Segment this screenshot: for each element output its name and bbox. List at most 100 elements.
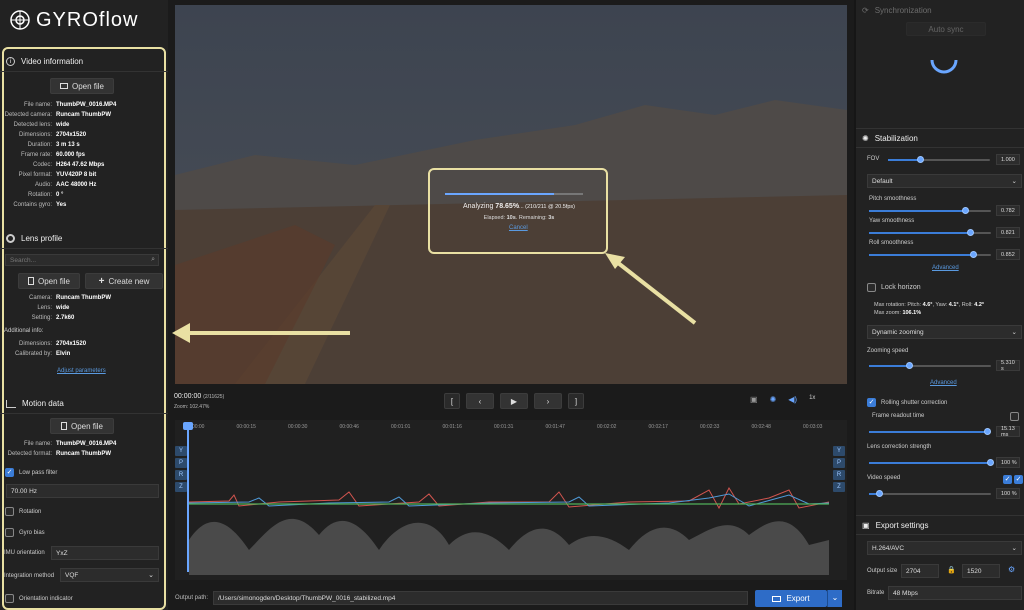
chevron-down-icon: ⌄ — [148, 572, 154, 579]
motion-open-file-button[interactable]: Open file — [50, 418, 114, 434]
axis-toggle-r[interactable]: R — [175, 470, 187, 480]
timeline-tick-label: 00:02:02 — [597, 424, 617, 430]
chevron-down-icon: ⌄ — [1011, 178, 1017, 185]
roll-input[interactable]: 0.852 — [996, 249, 1020, 260]
timeline[interactable]: 00:00:00 00:00:15 00:00:30 00:00:46 00:01:01… — [175, 420, 847, 580]
imu-orientation-input[interactable]: YxZ — [51, 546, 159, 560]
axis-toggle-z[interactable]: Z — [833, 482, 845, 492]
frame-readout-checkbox[interactable] — [1010, 412, 1019, 423]
info-value: Elvin — [56, 351, 71, 357]
lowpass-value-input[interactable]: 70.00 Hz — [6, 484, 159, 498]
prev-frame-button[interactable]: ‹ — [466, 393, 494, 409]
info-value: Runcam ThumbPW — [56, 295, 111, 301]
info-row: Detected camera: Runcam ThumbPW — [0, 110, 168, 120]
play-button[interactable]: ▶ — [500, 393, 528, 409]
settings-gear-icon[interactable]: ⚙ — [1008, 565, 1015, 574]
axis-toggle-p[interactable]: P — [175, 458, 187, 468]
pitch-label: Pitch smoothness — [869, 196, 917, 202]
lens-correction-input[interactable]: 100 % — [996, 457, 1020, 468]
section-title: Video information — [21, 57, 84, 66]
section-lens-profile[interactable]: Lens profile — [0, 229, 168, 249]
lens-search-input[interactable]: Search... ⌕ — [5, 254, 159, 266]
checkbox-checked-icon: ✓ — [867, 398, 876, 407]
checkbox-icon — [867, 283, 876, 292]
output-height-input[interactable]: 1520 — [962, 564, 1000, 578]
timeline-tick-label: 00:02:33 — [700, 424, 720, 430]
video-speed-slider[interactable] — [869, 490, 991, 497]
axis-toggle-y[interactable]: Y — [833, 446, 845, 456]
output-width-input[interactable]: 2704 — [901, 564, 939, 578]
frame-readout-input[interactable]: 15.13 ms — [996, 426, 1020, 438]
lock-icon[interactable]: 🔒 — [947, 566, 956, 574]
orientation-indicator-checkbox[interactable]: Orientation indicator — [5, 594, 73, 603]
info-key: Audio: — [34, 182, 52, 188]
audio-icon[interactable]: ◀) — [788, 395, 797, 404]
integration-method-select[interactable]: VQF ⌄ — [60, 568, 159, 582]
advanced-zoom-link[interactable]: Advanced — [930, 380, 957, 386]
player-zoom: Zoom: 102.47% — [174, 404, 210, 410]
axis-toggle-p[interactable]: P — [833, 458, 845, 468]
app-logo: GYROflow — [8, 8, 138, 32]
lock-horizon-checkbox[interactable]: Lock horizon — [867, 283, 921, 292]
codec-select[interactable]: H.264/AVC ⌄ — [867, 541, 1022, 555]
chevron-right-icon: › — [546, 396, 550, 406]
axis-toggle-y[interactable]: Y — [175, 446, 187, 456]
output-path-input[interactable]: /Users/simonogden/Desktop/ThumbPW_0016_s… — [213, 591, 748, 605]
mark-in-button[interactable]: [ — [444, 393, 460, 409]
mark-out-button[interactable]: ] — [568, 393, 584, 409]
fov-input[interactable]: 1.000 — [996, 154, 1020, 165]
smoothing-method-select[interactable]: Default ⌄ — [867, 174, 1022, 188]
video-speed-input[interactable]: 100 % — [996, 488, 1020, 499]
axis-toggle-z[interactable]: Z — [175, 482, 187, 492]
crop-icon[interactable]: ▣ — [750, 395, 758, 404]
playback-controls: [ ‹ ▶ › ] — [444, 393, 584, 409]
video-open-file-button[interactable]: Open file — [50, 78, 114, 94]
advanced-smoothing-link[interactable]: Advanced — [932, 265, 959, 271]
section-motion-data[interactable]: Motion data — [0, 394, 168, 414]
yaw-input[interactable]: 0.821 — [996, 227, 1020, 238]
auto-sync-button[interactable]: Auto sync — [906, 22, 986, 36]
output-size-label: Output size — [867, 568, 898, 574]
stabilize-toggle-icon[interactable]: ✺ — [770, 395, 777, 404]
lens-create-new-button[interactable]: + Create new — [85, 273, 163, 289]
section-export-settings[interactable]: ▣ Export settings — [856, 515, 1024, 535]
adjust-parameters-link[interactable]: Adjust parameters — [57, 368, 106, 374]
checkbox-icon — [5, 507, 14, 516]
pitch-input[interactable]: 0.782 — [996, 205, 1020, 216]
timeline-tick-label: 00:00:30 — [288, 424, 308, 430]
info-row: Camera: Runcam ThumbPW — [0, 293, 168, 303]
info-row: File name: ThumbPW_0016.MP4 — [0, 100, 168, 110]
lowpass-checkbox[interactable]: ✓ Low pass filter — [5, 468, 57, 477]
info-row: Duration: 3 m 13 s — [0, 140, 168, 150]
zooming-speed-input[interactable]: 5.310 s — [996, 360, 1020, 372]
frame-readout-slider[interactable] — [869, 428, 991, 435]
gyro-bias-checkbox[interactable]: Gyro bias — [5, 528, 45, 537]
playback-speed[interactable]: 1x — [809, 395, 815, 404]
stabilization-icon: ✺ — [862, 133, 869, 143]
rotation-checkbox[interactable]: Rotation — [5, 507, 41, 516]
checkbox-icon — [5, 594, 14, 603]
section-stabilization[interactable]: ✺ Stabilization — [856, 128, 1024, 148]
info-value: 2.7k60 — [56, 315, 75, 321]
lens-open-file-button[interactable]: Open file — [18, 273, 80, 289]
bitrate-input[interactable]: 48 Mbps — [888, 586, 1022, 600]
zooming-speed-slider[interactable] — [869, 362, 991, 369]
section-video-information[interactable]: i Video information — [0, 52, 168, 72]
analysis-cancel-link[interactable]: Cancel — [509, 225, 528, 231]
pitch-slider[interactable] — [869, 207, 991, 214]
lens-correction-slider[interactable] — [869, 459, 995, 466]
section-synchronization[interactable]: ⟳ Synchronization — [856, 0, 1024, 20]
next-frame-button[interactable]: › — [534, 393, 562, 409]
export-button[interactable]: Export — [755, 590, 827, 607]
playhead-handle[interactable] — [183, 422, 193, 430]
export-options-dropdown[interactable]: ⌄ — [827, 590, 842, 607]
axis-toggle-r[interactable]: R — [833, 470, 845, 480]
video-speed-checkboxes[interactable]: ✓ ✓ — [1003, 475, 1023, 484]
dynamic-zooming-select[interactable]: Dynamic zooming ⌄ — [867, 325, 1022, 339]
roll-slider[interactable] — [869, 251, 991, 258]
yaw-slider[interactable] — [869, 229, 991, 236]
rolling-shutter-checkbox[interactable]: ✓ Rolling shutter correction — [867, 398, 947, 407]
fov-slider[interactable] — [888, 156, 990, 163]
info-row: File name: ThumbPW_0016.MP4 — [0, 439, 168, 449]
info-row: Calibrated by: Elvin — [0, 349, 168, 359]
